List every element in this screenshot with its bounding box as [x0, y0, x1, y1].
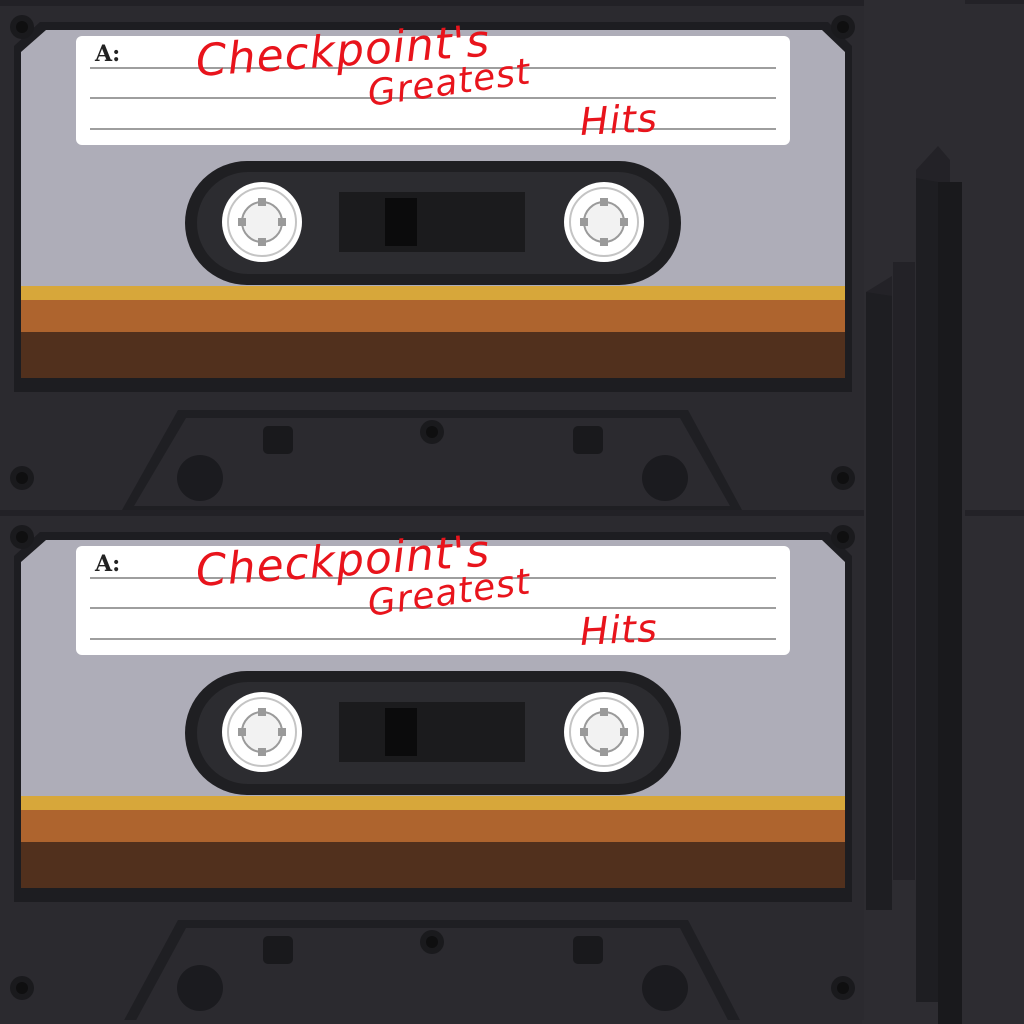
label-line: [90, 128, 776, 130]
screw-icon: [420, 420, 444, 444]
side-label: A:: [95, 551, 121, 577]
screw-icon: [420, 930, 444, 954]
reel-icon: [222, 182, 302, 262]
side-label: A:: [95, 41, 121, 67]
cassette-spine: [916, 170, 938, 1002]
cassette-tape: A: Checkpoint's Greatest Hits: [0, 510, 864, 1020]
screw-icon: [831, 466, 855, 490]
cassette-label: A: Checkpoint's Greatest Hits: [76, 16, 790, 145]
screw-icon: [831, 976, 855, 1000]
screw-icon: [10, 976, 34, 1000]
spine-seam: [965, 510, 1024, 516]
cassette-tape: A: Checkpoint's Greatest Hits: [0, 0, 864, 510]
cassette-spine: [893, 262, 915, 880]
cassette-label: A: Checkpoint's Greatest Hits: [76, 526, 790, 655]
reel-icon: [222, 692, 302, 772]
cassette-stack: A: Checkpoint's Greatest Hits A: Checkpo…: [0, 0, 1024, 1024]
screw-icon: [831, 15, 855, 39]
reel-icon: [564, 692, 644, 772]
screw-icon: [10, 525, 34, 549]
cassette-spine: [866, 292, 892, 910]
label-line: [90, 638, 776, 640]
screw-icon: [10, 15, 34, 39]
reel-icon: [564, 182, 644, 262]
handwritten-title-line-3: Hits: [578, 605, 659, 654]
cassette-spine: [938, 182, 962, 1024]
handwritten-title-line-3: Hits: [578, 95, 659, 144]
spine-seam: [965, 0, 1024, 4]
screw-icon: [831, 525, 855, 549]
screw-icon: [10, 466, 34, 490]
